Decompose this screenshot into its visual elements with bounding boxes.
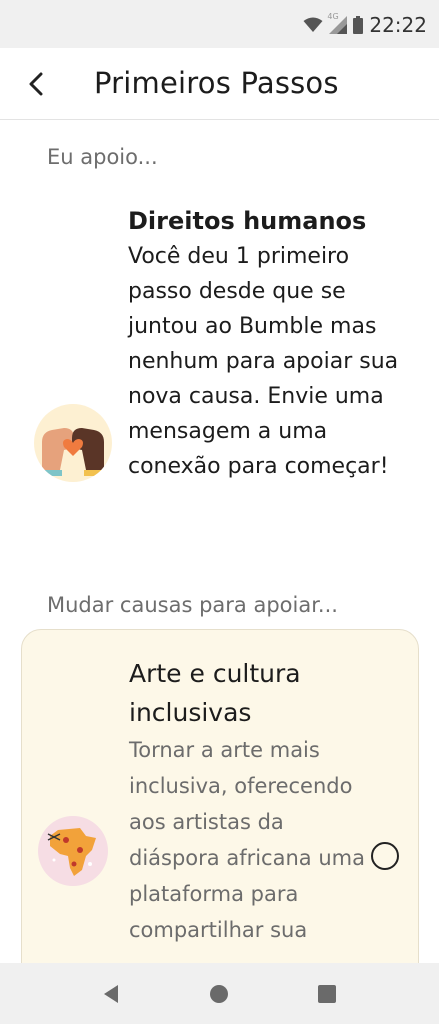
africa-map-icon	[38, 816, 108, 886]
cause-option-title: Arte e cultura inclusivas	[129, 659, 301, 727]
status-time: 22:22	[369, 13, 427, 37]
heart-hands-icon	[34, 404, 112, 482]
app-bar: Primeiros Passos	[0, 48, 439, 120]
nav-recents-button[interactable]	[312, 981, 342, 1007]
content-scroll-area[interactable]: Eu apoio... Direitos humanos Você deu 1 …	[0, 121, 439, 963]
current-cause: Direitos humanos Você deu 1 primeiro pas…	[0, 201, 439, 531]
network-type-label: 4G	[327, 12, 339, 21]
current-cause-title: Direitos humanos	[128, 207, 367, 235]
signal-icon: 4G	[327, 12, 348, 34]
nav-home-icon	[210, 985, 228, 1003]
status-bar: 4G 22:22	[0, 0, 439, 48]
battery-icon	[353, 16, 364, 34]
nav-back-button[interactable]	[96, 981, 126, 1007]
wifi-icon	[303, 17, 323, 33]
back-button[interactable]	[16, 66, 56, 102]
cause-option-radio[interactable]	[371, 842, 399, 870]
current-cause-section-label: Eu apoio...	[47, 145, 158, 169]
change-cause-section-label: Mudar causas para apoiar...	[47, 593, 338, 617]
nav-recents-icon	[318, 985, 336, 1003]
current-cause-description: Você deu 1 primeiro passo desde que se j…	[128, 244, 399, 479]
status-icons: 4G 22:22	[303, 12, 427, 37]
system-nav-bar	[0, 963, 439, 1024]
page-title: Primeiros Passos	[94, 66, 339, 100]
nav-back-icon	[104, 985, 118, 1003]
cause-option-card[interactable]: Arte e cultura inclusivas Tornar a arte …	[21, 629, 419, 963]
cause-option-description: Tornar a arte mais inclusiva, oferecendo…	[129, 738, 365, 942]
nav-home-button[interactable]	[204, 981, 234, 1007]
chevron-left-icon	[29, 72, 43, 96]
